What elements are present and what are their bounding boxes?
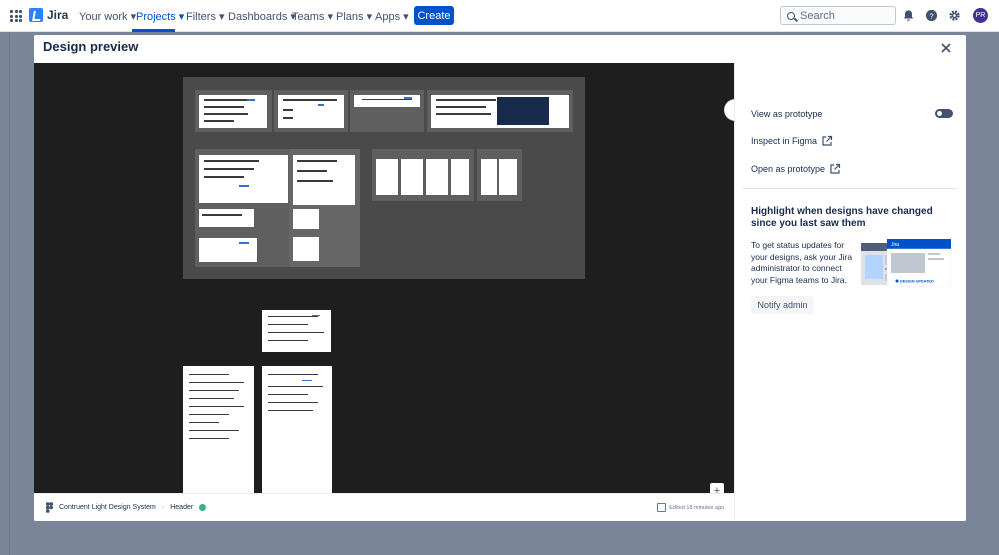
board-frame <box>289 149 360 267</box>
design-sheet <box>401 159 423 195</box>
board-frame <box>477 149 522 201</box>
board-frame <box>427 90 573 132</box>
settings-gear-icon[interactable] <box>948 9 961 22</box>
modal-title: Design preview <box>43 39 139 54</box>
design-board <box>183 77 585 279</box>
notifications-bell-icon[interactable] <box>902 9 915 22</box>
inspect-in-figma-link[interactable]: Inspect in Figma <box>751 135 833 147</box>
design-updated-illustration: Jira DESIGN UPDATED <box>861 239 951 287</box>
board-frame <box>274 90 348 132</box>
design-sheet <box>431 95 569 128</box>
view-as-prototype-label: View as prototype <box>751 109 823 119</box>
panel-divider <box>743 188 957 189</box>
figma-icon <box>46 502 53 513</box>
svg-text:?: ? <box>929 11 933 20</box>
design-sheet <box>354 95 420 107</box>
close-icon[interactable] <box>939 41 953 55</box>
design-sheet <box>376 159 398 195</box>
open-as-prototype-link[interactable]: Open as prototype <box>751 163 841 175</box>
canvas-footer: Contruent Light Design System · Header E… <box>34 493 734 521</box>
design-preview-modal: Design preview + Contruent Light Design … <box>34 35 966 521</box>
help-icon[interactable]: ? <box>925 9 938 22</box>
design-details-panel: View as prototype Inspect in Figma Open … <box>734 63 966 521</box>
design-sheet <box>293 155 355 205</box>
nav-plans[interactable]: Plans ▾ <box>336 10 372 23</box>
search-icon <box>787 11 795 20</box>
figma-file-name: Contruent Light Design System <box>59 504 156 511</box>
highlight-description: To get status updates for your designs, … <box>751 240 853 285</box>
design-frame <box>262 310 331 352</box>
create-button[interactable]: Create <box>414 6 454 25</box>
design-sheet <box>199 238 257 262</box>
status-dot-icon <box>199 504 207 511</box>
design-sheet <box>199 95 267 128</box>
design-sheet <box>426 159 448 195</box>
nav-dashboards[interactable]: Dashboards ▾ <box>228 10 296 23</box>
search-input[interactable]: Search <box>780 6 896 25</box>
nav-filters[interactable]: Filters ▾ <box>186 10 225 23</box>
breadcrumb-separator: · <box>161 504 165 511</box>
notify-admin-button[interactable]: Notify admin <box>751 296 814 314</box>
nav-your-work[interactable]: Your work ▾ <box>79 10 136 23</box>
design-sheet <box>199 209 254 227</box>
user-avatar[interactable]: PR <box>973 8 988 23</box>
view-prototype-toggle[interactable] <box>935 109 953 118</box>
design-sheet <box>293 209 319 229</box>
app-switcher-icon[interactable] <box>10 10 22 22</box>
edited-time: Edited 18 minutes ago <box>669 505 724 511</box>
jira-icon <box>29 8 43 22</box>
external-link-icon <box>830 163 841 174</box>
design-frame <box>183 366 254 493</box>
design-sheet <box>293 237 319 261</box>
board-frame <box>195 90 272 132</box>
highlight-title: Highlight when designs have changed sinc… <box>751 206 933 229</box>
jira-logo[interactable]: Jira <box>29 8 68 22</box>
edit-history-icon <box>657 503 666 512</box>
figma-canvas[interactable]: + − <box>34 63 734 513</box>
top-navigation: Jira Your work ▾ Projects ▾ Filters ▾ Da… <box>0 0 999 32</box>
nav-teams[interactable]: Teams ▾ <box>292 10 333 23</box>
design-sheet <box>278 95 344 128</box>
nav-apps[interactable]: Apps ▾ <box>375 10 409 23</box>
illustration-jira-label: Jira <box>891 242 899 248</box>
figma-frame-name: Header <box>170 504 194 511</box>
design-frame <box>262 366 332 493</box>
board-frame <box>372 149 474 201</box>
design-sheet <box>272 155 285 203</box>
design-sheet <box>499 159 517 195</box>
external-link-icon <box>822 135 833 146</box>
design-sheet <box>451 159 469 195</box>
design-sheet <box>481 159 497 195</box>
nav-projects[interactable]: Projects ▾ <box>136 10 184 23</box>
design-updated-badge: DESIGN UPDATED <box>900 280 934 284</box>
board-frame <box>350 90 424 132</box>
